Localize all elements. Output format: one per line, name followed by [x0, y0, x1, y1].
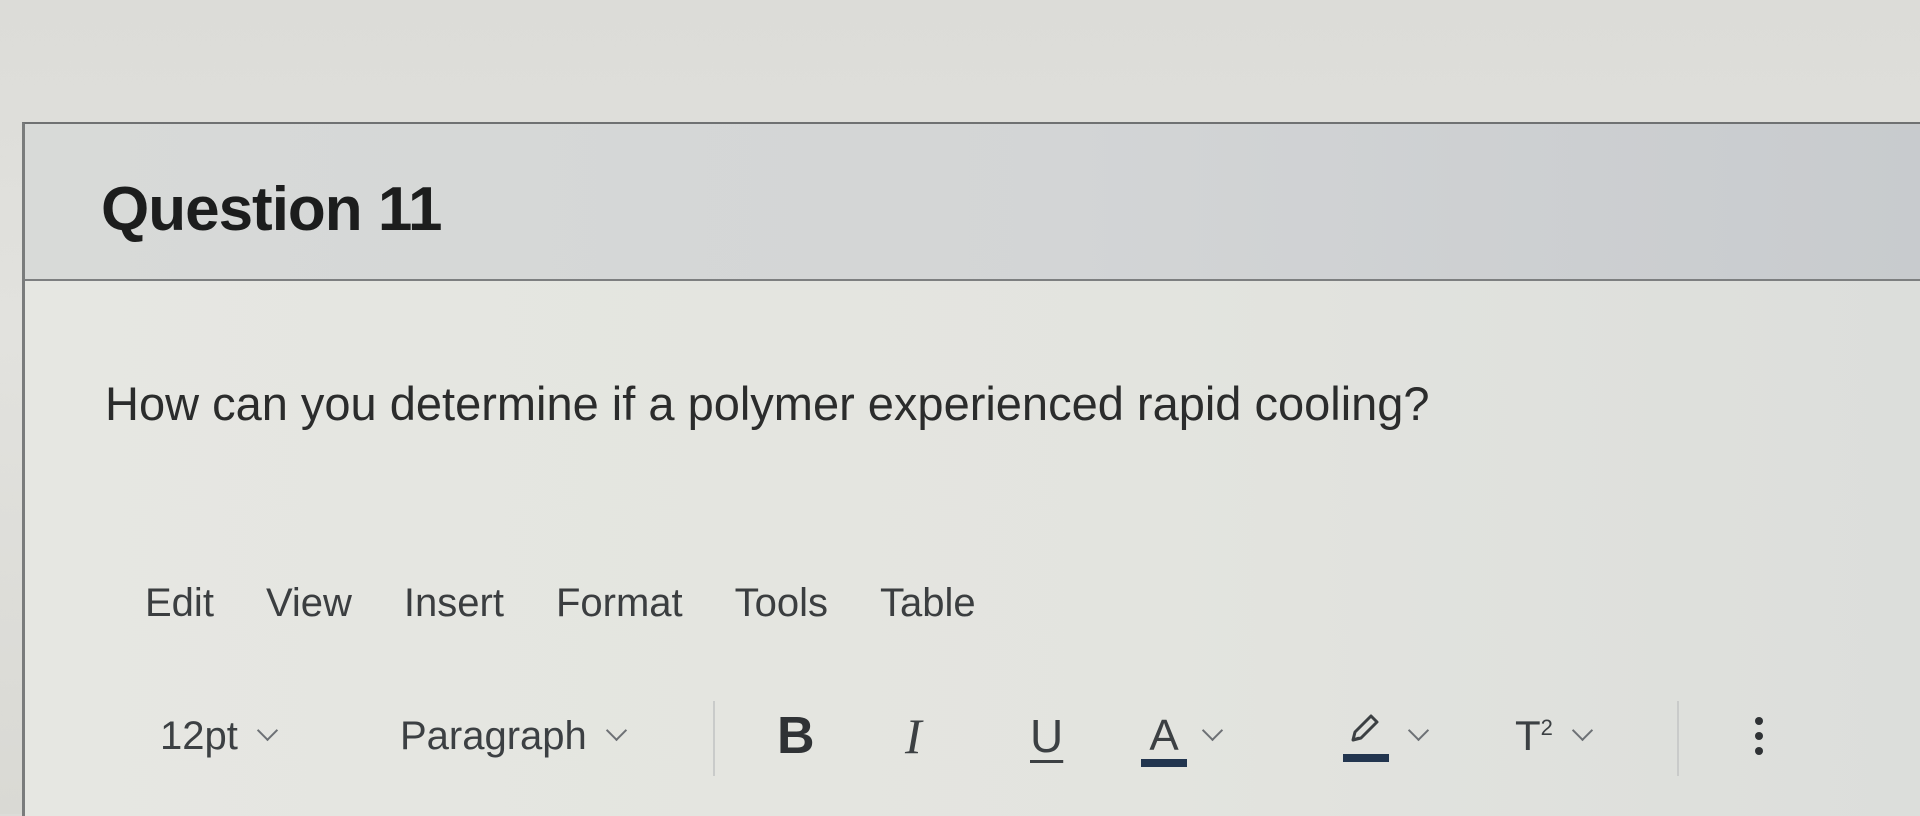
- chevron-down-icon[interactable]: [1407, 719, 1430, 741]
- editor-menubar: Edit View Insert Format Tools Table: [145, 581, 1028, 641]
- highlight-color-button[interactable]: [1343, 701, 1430, 771]
- editor-toolbar: 12pt Paragraph B I U A T2: [25, 701, 1920, 791]
- text-color-button[interactable]: A: [1141, 701, 1224, 771]
- text-color-swatch: [1141, 759, 1187, 767]
- underline-icon: U: [1030, 710, 1064, 762]
- highlighter-icon: [1343, 708, 1389, 764]
- italic-button[interactable]: I: [905, 701, 922, 771]
- menu-insert[interactable]: Insert: [404, 581, 504, 641]
- text-color-icon: A: [1141, 711, 1187, 767]
- question-header: Question 11: [25, 124, 1920, 281]
- highlight-color-swatch: [1343, 754, 1389, 762]
- question-title: Question 11: [101, 175, 442, 244]
- bold-button[interactable]: B: [777, 701, 815, 771]
- chevron-down-icon[interactable]: [1201, 719, 1224, 741]
- superscript-button[interactable]: T2: [1515, 701, 1594, 771]
- chevron-down-icon: [256, 719, 278, 741]
- chevron-down-icon[interactable]: [1571, 719, 1594, 741]
- font-size-select[interactable]: 12pt: [160, 701, 278, 771]
- underline-button[interactable]: U: [1030, 701, 1063, 771]
- more-vertical-icon: [1753, 717, 1765, 755]
- text-color-letter: A: [1149, 711, 1179, 760]
- menu-format[interactable]: Format: [556, 581, 683, 641]
- chevron-down-icon: [605, 719, 627, 741]
- block-format-select[interactable]: Paragraph: [400, 701, 627, 771]
- more-options-button[interactable]: [1753, 701, 1765, 771]
- menu-tools[interactable]: Tools: [735, 581, 828, 641]
- block-format-value: Paragraph: [400, 713, 587, 758]
- question-body: How can you determine if a polymer exper…: [25, 281, 1920, 816]
- italic-icon: I: [905, 708, 922, 764]
- menu-table[interactable]: Table: [880, 581, 976, 641]
- question-text: How can you determine if a polymer exper…: [105, 377, 1430, 430]
- toolbar-divider: [713, 701, 715, 776]
- bold-icon: B: [777, 707, 815, 765]
- toolbar-divider: [1677, 701, 1679, 776]
- quiz-question-panel: Question 11 How can you determine if a p…: [22, 122, 1920, 816]
- superscript-icon: T2: [1515, 712, 1553, 759]
- menu-edit[interactable]: Edit: [145, 581, 214, 641]
- menu-view[interactable]: View: [266, 581, 352, 641]
- font-size-value: 12pt: [160, 713, 238, 758]
